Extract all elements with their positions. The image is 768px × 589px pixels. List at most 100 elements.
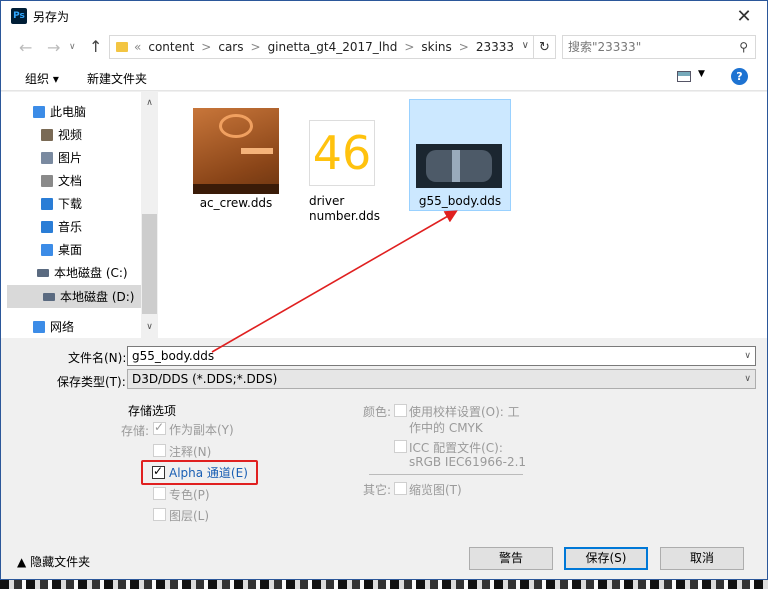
search-icon: ⚲ (739, 40, 748, 54)
organize-button[interactable]: 组织 ▾ (25, 70, 59, 87)
help-icon[interactable]: ? (731, 68, 748, 85)
forward-arrow-icon[interactable]: → (47, 38, 60, 57)
breadcrumb-cars[interactable]: cars (218, 40, 243, 54)
up-arrow-icon[interactable]: ↑ (89, 37, 102, 56)
logo-icon (219, 114, 253, 138)
breadcrumb-ginetta[interactable]: ginetta_gt4_2017_lhd (268, 40, 398, 54)
video-icon (41, 128, 53, 141)
view-options-icon[interactable] (677, 71, 691, 82)
sidebar-scrollbar[interactable]: ∧ ∨ (141, 92, 158, 338)
as-copy-checkbox[interactable] (153, 420, 166, 435)
breadcrumb-content[interactable]: content (148, 40, 194, 54)
sidebar-item-music[interactable]: 音乐 (1, 215, 141, 238)
file-item-g55-body[interactable]: g55_body.dds (409, 99, 511, 211)
other-label: 其它: (363, 483, 392, 497)
proof-setup-label-2: 作中的 CMYK (409, 421, 483, 435)
thumbnail-checkbox[interactable] (394, 482, 407, 495)
hide-folders-button[interactable]: ▲ 隐藏文件夹 (17, 553, 90, 570)
refresh-icon[interactable]: ↻ (534, 35, 556, 59)
sidebar-item-network[interactable]: 网络 (1, 315, 141, 338)
filename-value: g55_body.dds (132, 349, 215, 363)
thumbnail-band (241, 148, 273, 154)
options-title: 存储选项 (128, 404, 177, 418)
sidebar-item-label: 图片 (58, 151, 83, 165)
filename-field[interactable]: g55_body.dds ∨ (127, 346, 756, 366)
desktop-icon (41, 243, 53, 256)
thumbnail-label: 缩览图(T) (409, 483, 462, 497)
breadcrumb-skins[interactable]: skins (421, 40, 451, 54)
chevron-up-icon: ▲ (17, 555, 27, 569)
recent-dropdown-icon[interactable]: ∨ (69, 42, 76, 52)
scroll-thumb[interactable] (142, 214, 157, 314)
as-copy-label: 作为副本(Y) (169, 423, 234, 437)
proof-setup-checkbox[interactable] (394, 404, 407, 417)
sidebar-item-label: 视频 (58, 128, 83, 142)
sidebar-item-this-pc[interactable]: 此电脑 (1, 100, 141, 123)
window-title: 另存为 (33, 10, 70, 24)
breadcrumb-overflow[interactable]: « (134, 40, 141, 54)
sidebar-item-desktop[interactable]: 桌面 (1, 238, 141, 261)
car-stripe (452, 150, 460, 182)
options-divider (369, 474, 523, 475)
layers-checkbox[interactable] (153, 508, 166, 521)
notes-checkbox[interactable] (153, 444, 166, 457)
warning-button[interactable]: 警告 (469, 547, 553, 570)
file-item-ac-crew[interactable]: ac_crew.dds (171, 98, 301, 213)
search-placeholder: 搜索"23333" (568, 40, 642, 54)
sidebar-item-label: 下载 (58, 197, 83, 211)
address-bar[interactable]: « content > cars > ginetta_gt4_2017_lhd … (109, 35, 534, 59)
spot-color-checkbox[interactable] (153, 487, 166, 500)
pc-icon (33, 105, 45, 118)
breadcrumb-separator: > (404, 40, 415, 54)
icc-profile-checkbox[interactable] (394, 440, 407, 453)
chevron-down-icon[interactable]: ∨ (744, 347, 751, 365)
pictures-icon (41, 151, 53, 164)
background-strip (0, 580, 768, 589)
sidebar-item-label: 文档 (58, 174, 83, 188)
sidebar-item-drive-c[interactable]: 本地磁盘 (C:) (1, 261, 141, 284)
save-button[interactable]: 保存(S) (564, 547, 648, 570)
sidebar-item-pictures[interactable]: 图片 (1, 146, 141, 169)
file-name: ac_crew.dds (199, 196, 273, 210)
breadcrumb-separator: > (458, 40, 469, 54)
navigation-bar: ← → ∨ ↑ « content > cars > ginetta_gt4_2… (1, 32, 767, 64)
file-thumbnail (416, 144, 502, 188)
sidebar-item-label: 网络 (50, 320, 75, 334)
scroll-down-icon[interactable]: ∨ (141, 318, 158, 335)
music-icon (41, 220, 53, 233)
proof-setup-label-1: 使用校样设置(O): 工 (409, 405, 520, 419)
file-name-line2: number.dds (309, 209, 381, 223)
search-input[interactable]: 搜索"23333" ⚲ (562, 35, 756, 59)
highlight-box (141, 460, 258, 485)
thumbnail-strip (193, 184, 279, 194)
layers-label: 图层(L) (169, 509, 210, 523)
sidebar-item-label: 本地磁盘 (C:) (54, 266, 128, 280)
breadcrumb-23333[interactable]: 23333 (476, 40, 514, 54)
drive-c-icon (37, 268, 49, 277)
hide-folders-label: 隐藏文件夹 (30, 555, 91, 569)
back-arrow-icon[interactable]: ← (19, 38, 32, 57)
address-dropdown-icon[interactable]: ∨ (522, 40, 529, 51)
new-folder-button[interactable]: 新建文件夹 (87, 70, 147, 87)
cancel-button[interactable]: 取消 (660, 547, 744, 570)
close-icon[interactable]: ✕ (721, 1, 767, 32)
notes-label: 注释(N) (169, 445, 212, 459)
download-icon (41, 197, 53, 210)
icc-profile-label-2: sRGB IEC61966-2.1 (409, 455, 527, 469)
scroll-up-icon[interactable]: ∧ (141, 94, 158, 111)
photoshop-icon: Ps (11, 8, 27, 24)
filetype-value: D3D/DDS (*.DDS;*.DDS) (132, 372, 278, 386)
sidebar-item-documents[interactable]: 文档 (1, 169, 141, 192)
color-label: 颜色: (363, 405, 392, 419)
breadcrumb-separator: > (201, 40, 212, 54)
sidebar-item-videos[interactable]: 视频 (1, 123, 141, 146)
chevron-down-icon[interactable]: ∨ (744, 370, 751, 388)
view-dropdown-icon[interactable]: ▼ (698, 69, 705, 79)
save-as-dialog: Ps 另存为 ✕ ← → ∨ ↑ « content > cars > gine… (0, 0, 768, 580)
filetype-select[interactable]: D3D/DDS (*.DDS;*.DDS) ∨ (127, 369, 756, 389)
sidebar-item-drive-d[interactable]: 本地磁盘 (D:) (7, 285, 141, 308)
documents-icon (41, 174, 53, 187)
file-thumbnail: 46 (309, 120, 375, 186)
title-bar: Ps 另存为 ✕ (1, 1, 767, 32)
sidebar-item-downloads[interactable]: 下载 (1, 192, 141, 215)
